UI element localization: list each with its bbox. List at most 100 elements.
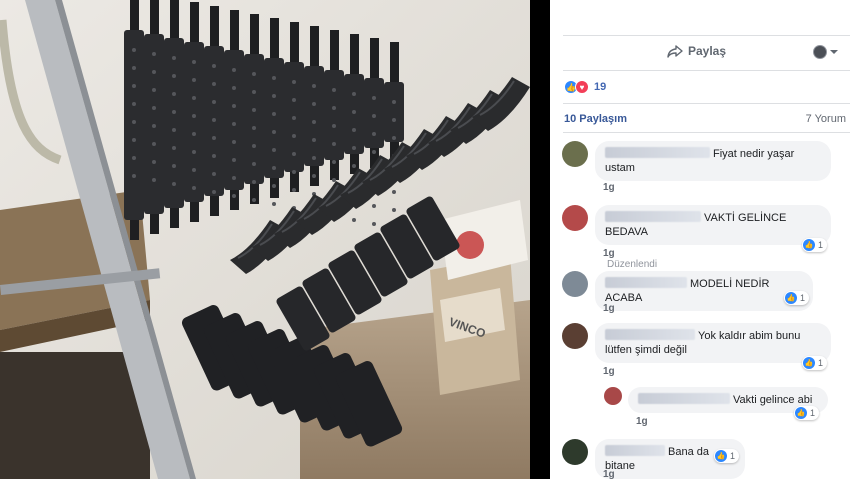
share-icon [667,44,683,58]
handguard-hole [252,180,256,184]
handguard-hole [232,68,236,72]
rifle-stack [124,0,530,447]
handguard-hole [212,118,216,122]
handguard-hole [332,178,336,182]
comment-reactions[interactable]: 👍 1 [794,406,820,420]
reactions-count: 19 [594,81,607,93]
redacted-name [605,445,665,456]
handguard-hole [132,48,136,52]
like-icon: 👍 [795,407,807,419]
handguard-hole [212,190,216,194]
account-selector[interactable] [813,45,838,59]
handguard-hole [212,172,216,176]
comment-meta: 1g [603,469,615,479]
handguard-hole [132,156,136,160]
rifle-handguard [364,78,384,148]
handguard-hole [332,142,336,146]
rifle-handguard [324,70,344,160]
comment-reactions[interactable]: 👍 1 [714,449,740,463]
comment-reactions[interactable]: 👍 1 [784,291,810,305]
handguard-hole [272,184,276,188]
comment-likes: 1 [730,451,736,461]
comment-time[interactable]: 1g [636,416,648,427]
handguard-hole [232,86,236,90]
handguard-hole [172,146,176,150]
handguard-hole [392,118,396,122]
comment-time[interactable]: 1g [603,182,615,193]
comment-bubble: MODELİ NEDİR ACABA [595,271,813,311]
handguard-hole [272,76,276,80]
comments-count-link[interactable]: 7 Yorum [806,113,846,125]
rifle-handguard [184,42,204,202]
redacted-name [605,277,687,288]
comment-text: VAKTİ GELİNCE [704,212,787,224]
comment-time[interactable]: 1g [603,366,615,377]
comment-likes: 1 [818,358,824,368]
handguard-hole [152,88,156,92]
handguard-hole [272,166,276,170]
handguard-hole [332,160,336,164]
handguard-hole [292,134,296,138]
handguard-hole [372,150,376,154]
comment-reactions[interactable]: 👍 1 [802,356,828,370]
handguard-hole [372,204,376,208]
avatar[interactable] [562,205,588,231]
shares-link[interactable]: 10 Paylaşım [564,113,627,125]
handguard-hole [312,102,316,106]
divider [563,132,850,133]
comment-bubble: Fiyat nedir yaşar ustam [595,141,831,181]
handguard-hole [232,194,236,198]
avatar[interactable] [562,271,588,297]
comment-likes: 1 [818,240,824,250]
handguard-hole [232,140,236,144]
post-photo[interactable]: VINCO [0,0,530,479]
handguard-hole [152,124,156,128]
handguard-hole [192,78,196,82]
handguard-hole [252,72,256,76]
avatar[interactable] [562,141,588,167]
reactions-summary[interactable]: 👍 ♥ 19 [564,80,606,94]
like-icon: 👍 [715,450,727,462]
comment-time[interactable]: 1g [603,469,615,479]
post-actions: Paylaş [563,36,850,70]
divider [563,103,850,104]
comment-meta: 1g [636,416,648,427]
share-button[interactable]: Paylaş [667,44,726,58]
handguard-hole [212,136,216,140]
handguard-hole [152,70,156,74]
handguard-hole [252,162,256,166]
handguard-hole [172,110,176,114]
handguard-hole [312,138,316,142]
avatar[interactable] [604,387,622,405]
handguard-hole [172,56,176,60]
handguard-hole [332,124,336,128]
comment-time[interactable]: 1g [603,303,615,314]
handguard-hole [132,174,136,178]
comment-text: Yok kaldır abim bunu [698,330,801,342]
love-icon: ♥ [575,80,589,94]
handguard-hole [172,182,176,186]
handguard-hole [232,104,236,108]
handguard-hole [132,66,136,70]
comment-meta: 1g [603,366,615,377]
avatar[interactable] [562,323,588,349]
comment-bubble: VAKTİ GELİNCE BEDAVA [595,205,831,245]
handguard-hole [372,96,376,100]
rifle-handguard [384,82,404,142]
handguard-hole [192,60,196,64]
handguard-hole [152,52,156,56]
comment-reactions[interactable]: 👍 1 [802,238,828,252]
handguard-hole [212,100,216,104]
handguard-hole [232,176,236,180]
comment-time[interactable]: 1g [603,248,615,259]
handguard-hole [292,116,296,120]
handguard-hole [272,130,276,134]
comment-meta: 1g [603,303,615,314]
handguard-hole [332,106,336,110]
comment-meta: 1g Düzenlendi [603,248,657,270]
rifle-handguard [304,66,324,166]
handguard-hole [152,160,156,164]
handguard-hole [352,164,356,168]
avatar[interactable] [562,439,588,465]
handguard-hole [312,84,316,88]
